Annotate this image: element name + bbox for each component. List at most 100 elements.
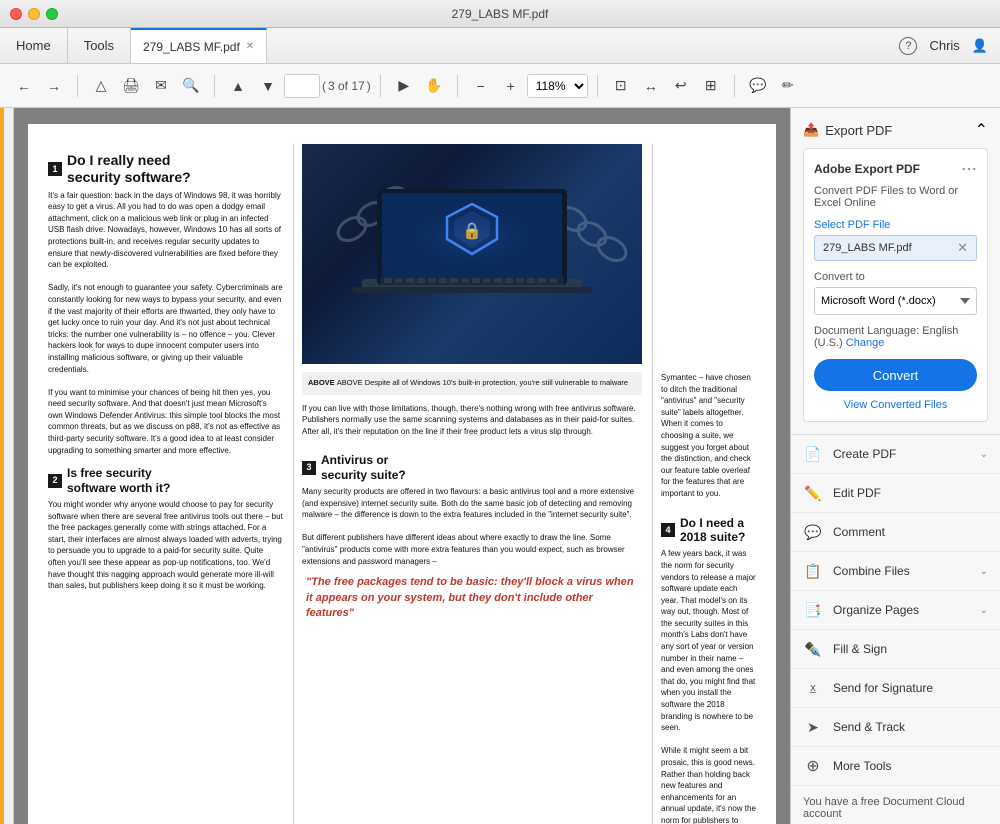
section3-num: 3 (302, 461, 316, 475)
email-button[interactable]: ✉ (147, 72, 175, 100)
fit-page-button[interactable]: ⊡ (607, 72, 635, 100)
print-button[interactable]: 🖨 (117, 72, 145, 100)
export-pdf-icon: 📤 (803, 122, 819, 138)
zoom-out-button[interactable]: − (467, 72, 495, 100)
view-converted-link[interactable]: View Converted Files (814, 399, 977, 411)
tab-file-label: 279_LABS MF.pdf (143, 40, 240, 54)
minimize-button[interactable] (28, 8, 40, 20)
doc-lang-change-link[interactable]: Change (846, 337, 885, 349)
doc-lang-row: Document Language: English (U.S.) Change (814, 325, 977, 349)
tab-tools-label: Tools (84, 38, 114, 53)
hand-tool-button[interactable]: ✋ (420, 72, 448, 100)
tool-more-tools[interactable]: ⊕ More Tools (791, 747, 1000, 786)
next-page-button[interactable]: ▼ (254, 72, 282, 100)
export-pdf-title: 📤 Export PDF (803, 122, 892, 138)
tab-home[interactable]: Home (0, 28, 68, 63)
col2: 🔒 (293, 144, 642, 824)
tool-combine-files[interactable]: 📋 Combine Files ⌄ (791, 552, 1000, 591)
toolbar-sep-1 (77, 75, 78, 97)
back-button[interactable]: ← (10, 72, 38, 100)
tool-send-signature[interactable]: x̲ Send for Signature (791, 669, 1000, 708)
section3-body: Many security products are offered in tw… (302, 486, 642, 567)
organize-chevron-icon: ⌄ (980, 605, 988, 616)
comment-button[interactable]: 💬 (744, 72, 772, 100)
tab-file[interactable]: 279_LABS MF.pdf ✕ (131, 28, 267, 63)
col3: Symantec – have chosen to ditch the trad… (652, 144, 756, 824)
section2-num: 2 (48, 474, 62, 488)
maximize-button[interactable] (46, 8, 58, 20)
yellow-accent-bar (0, 108, 4, 824)
toolbar-zoom-group: − + 50% 75% 100% 118% 125% 150% 200% (467, 72, 588, 100)
toolbar: ← → △ 🖨 ✉ 🔍 ▲ ▼ 80 ( 3 of 17 ) ▶ ✋ − + 5… (0, 64, 1000, 108)
file-chip-name: 279_LABS MF.pdf (823, 242, 912, 254)
section4-title: Do I need a 2018 suite? (680, 516, 756, 545)
adobe-export-box: Adobe Export PDF ⋯ Convert PDF Files to … (803, 148, 988, 422)
export-pdf-header[interactable]: 📤 Export PDF ⌃ (803, 120, 988, 140)
convert-to-select[interactable]: Microsoft Word (*.docx) Microsoft Excel … (814, 287, 977, 315)
page-number-input[interactable]: 80 (284, 74, 320, 98)
main-area: 1 Do I really needsecurity software? It'… (0, 108, 1000, 824)
section2-body: You might wonder why anyone would choose… (48, 499, 283, 592)
more-tools-label: More Tools (833, 759, 988, 773)
fit-width-button[interactable]: ↔ (637, 72, 665, 100)
traffic-lights (0, 8, 58, 20)
toolbar-view-group: ⊡ ↔ ↩ ⊞ (607, 72, 725, 100)
doc-lang-label: Document Language: (814, 325, 919, 337)
fill-sign-label: Fill & Sign (833, 642, 988, 656)
select-tool-button[interactable]: ▶ (390, 72, 418, 100)
page-total: ( (322, 79, 326, 93)
file-chip-close-icon[interactable]: ✕ (957, 240, 968, 256)
close-button[interactable] (10, 8, 22, 20)
send-track-label: Send & Track (833, 720, 988, 734)
export-pdf-label: Export PDF (825, 123, 892, 138)
pencil-button[interactable]: ✏ (774, 72, 802, 100)
convert-button[interactable]: Convert (814, 359, 977, 391)
combine-files-icon: 📋 (803, 561, 823, 581)
caption-label: ABOVE (308, 378, 337, 387)
toolbar-sep-3 (380, 75, 381, 97)
adobe-export-menu-icon[interactable]: ⋯ (961, 159, 977, 179)
rotate-button[interactable]: ↩ (667, 72, 695, 100)
col1: 1 Do I really needsecurity software? It'… (48, 144, 283, 824)
cloud-notice: You have a free Document Cloud account U… (791, 786, 1000, 824)
tabbar-right: ? Chris 👤 (899, 28, 1000, 63)
edit-pdf-icon: ✏️ (803, 483, 823, 503)
search-button[interactable]: 🔍 (177, 72, 205, 100)
hero-image: 🔒 (302, 144, 642, 364)
zoom-in-button[interactable]: + (497, 72, 525, 100)
user-name[interactable]: Chris (929, 38, 959, 53)
window-title: 279_LABS MF.pdf (452, 7, 549, 21)
toolbar-sep-5 (597, 75, 598, 97)
tool-fill-sign[interactable]: ✒️ Fill & Sign (791, 630, 1000, 669)
tool-create-pdf[interactable]: 📄 Create PDF ⌄ (791, 435, 1000, 474)
section3-header: 3 Antivirus orsecurity suite? (302, 453, 642, 482)
tool-comment[interactable]: 💬 Comment (791, 513, 1000, 552)
tool-edit-pdf[interactable]: ✏️ Edit PDF (791, 474, 1000, 513)
tools-list: 📄 Create PDF ⌄ ✏️ Edit PDF 💬 Comment 📋 C… (791, 435, 1000, 786)
pull-quote: "The free packages tend to be basic: the… (302, 575, 642, 621)
hero-caption: ABOVE ABOVE Despite all of Windows 10's … (302, 372, 642, 395)
tab-close-icon[interactable]: ✕ (246, 41, 254, 52)
convert-to-label: Convert to (814, 271, 977, 283)
zoom-select[interactable]: 50% 75% 100% 118% 125% 150% 200% (527, 74, 588, 98)
tool-organize-pages[interactable]: 📑 Organize Pages ⌄ (791, 591, 1000, 630)
section1-header: 1 Do I really needsecurity software? (48, 152, 283, 186)
prev-page-button[interactable]: ▲ (224, 72, 252, 100)
tab-bar: Home Tools 279_LABS MF.pdf ✕ ? Chris 👤 (0, 28, 1000, 64)
create-pdf-chevron-icon: ⌄ (980, 449, 988, 460)
adobe-export-subtitle: Convert PDF Files to Word or Excel Onlin… (814, 185, 977, 209)
pdf-viewer[interactable]: 1 Do I really needsecurity software? It'… (14, 108, 790, 824)
section1-body: It's a fair question: back in the days o… (48, 190, 283, 457)
organize-pages-label: Organize Pages (833, 603, 970, 617)
select-pdf-label: Select PDF File (814, 219, 977, 231)
scroll-button[interactable]: ⊞ (697, 72, 725, 100)
caption-text: ABOVE Despite all of Windows 10's built-… (337, 378, 628, 387)
tool-send-track[interactable]: ➤ Send & Track (791, 708, 1000, 747)
toolbar-sep-4 (457, 75, 458, 97)
forward-button[interactable]: → (40, 72, 68, 100)
help-button[interactable]: ? (899, 37, 917, 55)
organize-pages-icon: 📑 (803, 600, 823, 620)
tab-tools[interactable]: Tools (68, 28, 131, 63)
create-button[interactable]: △ (87, 72, 115, 100)
combine-files-label: Combine Files (833, 564, 970, 578)
